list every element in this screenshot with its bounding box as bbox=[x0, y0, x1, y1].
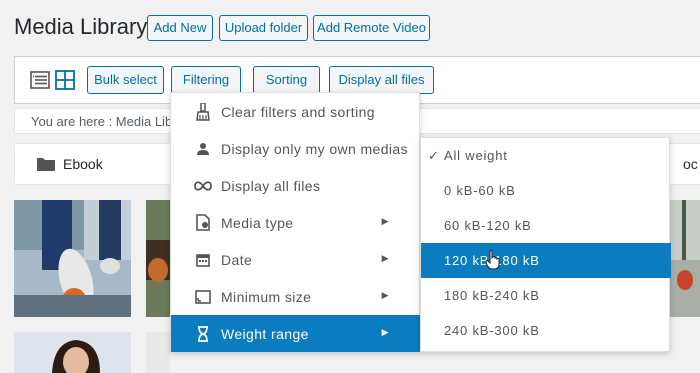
menu-item-clear-filters[interactable]: Clear filters and sorting bbox=[171, 93, 421, 130]
chevron-right-icon: ▶ bbox=[381, 290, 389, 300]
list-view-icon[interactable] bbox=[30, 70, 50, 90]
upload-folder-button[interactable]: Upload folder bbox=[219, 15, 308, 41]
grid-view-icon[interactable] bbox=[55, 70, 75, 90]
folder-ebook[interactable]: Ebook bbox=[37, 156, 103, 172]
weight-option-label: 60 kB-120 kB bbox=[444, 218, 532, 233]
weight-option-240-300[interactable]: 240 kB-300 kB bbox=[421, 313, 671, 348]
running-shoes-image bbox=[14, 200, 131, 317]
photo-image bbox=[670, 200, 700, 317]
menu-item-minimum-size[interactable]: Minimum size ▶ bbox=[171, 278, 421, 315]
sorting-button[interactable]: Sorting bbox=[253, 66, 320, 94]
bulk-select-button[interactable]: Bulk select bbox=[87, 66, 164, 94]
chevron-right-icon: ▶ bbox=[381, 253, 389, 263]
menu-item-label: Weight range bbox=[221, 325, 309, 342]
media-thumbnail[interactable] bbox=[146, 332, 170, 373]
filtering-button[interactable]: Filtering bbox=[171, 66, 241, 94]
media-thumbnail[interactable] bbox=[670, 200, 700, 317]
weight-option-label: 180 kB-240 kB bbox=[444, 288, 540, 303]
photo-image bbox=[146, 200, 170, 317]
menu-item-media-type[interactable]: Media type ▶ bbox=[171, 204, 421, 241]
hourglass-icon bbox=[193, 325, 213, 343]
add-new-button[interactable]: Add New bbox=[147, 15, 213, 41]
hand-cursor-icon bbox=[485, 250, 500, 270]
weight-option-120-180[interactable]: 120 kB-180 kB bbox=[421, 243, 671, 278]
menu-item-label: Display only my own medias bbox=[221, 140, 409, 157]
breadcrumb-text: You are here : Media Libr bbox=[31, 114, 177, 129]
weight-option-0-60[interactable]: 0 kB-60 kB bbox=[421, 173, 671, 208]
image-size-icon bbox=[193, 288, 213, 306]
photo-image bbox=[146, 332, 170, 373]
folder-icon bbox=[37, 158, 55, 171]
calendar-icon bbox=[193, 251, 213, 269]
menu-item-own-medias[interactable]: Display only my own medias bbox=[171, 130, 421, 167]
portrait-image bbox=[14, 332, 131, 373]
file-type-icon bbox=[193, 214, 213, 232]
weight-range-submenu: ✓ All weight 0 kB-60 kB 60 kB-120 kB 120… bbox=[420, 137, 671, 352]
menu-item-label: Minimum size bbox=[221, 288, 312, 305]
weight-option-label: 240 kB-300 kB bbox=[444, 323, 540, 338]
media-thumbnail[interactable] bbox=[146, 200, 170, 317]
user-icon bbox=[193, 140, 213, 158]
menu-item-label: Clear filters and sorting bbox=[221, 103, 375, 120]
weight-option-180-240[interactable]: 180 kB-240 kB bbox=[421, 278, 671, 313]
menu-item-label: Display all files bbox=[221, 177, 321, 194]
infinity-icon bbox=[193, 177, 213, 195]
page-title: Media Library bbox=[14, 14, 148, 39]
menu-item-date[interactable]: Date ▶ bbox=[171, 241, 421, 278]
menu-item-label: Media type bbox=[221, 214, 294, 231]
weight-option-all[interactable]: ✓ All weight bbox=[421, 138, 671, 173]
media-thumbnail[interactable] bbox=[14, 200, 131, 317]
folder-partial-label[interactable]: oc bbox=[683, 156, 698, 172]
weight-option-label: All weight bbox=[444, 148, 508, 163]
weight-option-label: 0 kB-60 kB bbox=[444, 183, 516, 198]
menu-item-label: Date bbox=[221, 251, 253, 268]
menu-item-display-all-files[interactable]: Display all files bbox=[171, 167, 421, 204]
check-icon: ✓ bbox=[428, 148, 440, 163]
filtering-menu: Clear filters and sorting Display only m… bbox=[170, 92, 421, 352]
chevron-right-icon: ▶ bbox=[381, 216, 389, 226]
media-thumbnail[interactable] bbox=[14, 332, 131, 373]
folder-label: Ebook bbox=[63, 156, 103, 172]
add-remote-video-button[interactable]: Add Remote Video bbox=[313, 15, 430, 41]
chevron-right-icon: ▶ bbox=[381, 327, 389, 337]
menu-item-weight-range[interactable]: Weight range ▶ bbox=[171, 315, 421, 352]
broom-icon bbox=[193, 102, 213, 121]
weight-option-60-120[interactable]: 60 kB-120 kB bbox=[421, 208, 671, 243]
display-all-files-button[interactable]: Display all files bbox=[329, 66, 434, 94]
